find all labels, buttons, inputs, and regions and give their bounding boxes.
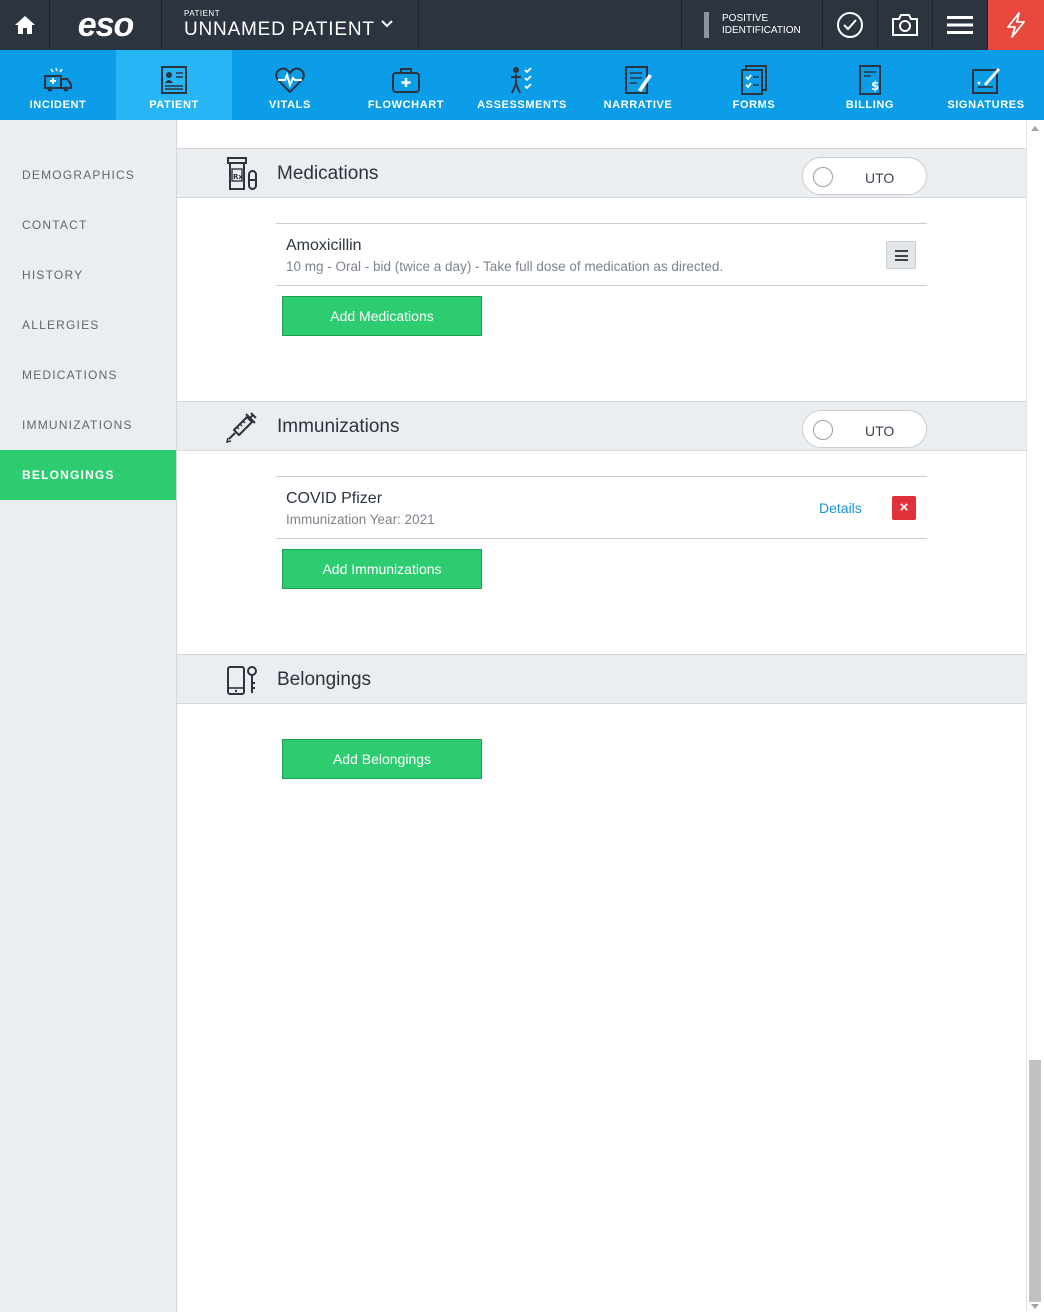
svg-text:$: $ [871, 79, 879, 93]
menu-line [895, 250, 908, 252]
nav-forms[interactable]: FORMS [696, 50, 812, 120]
medication-menu-button[interactable] [886, 241, 916, 269]
immunizations-title: Immunizations [277, 416, 400, 437]
main-menu-button[interactable] [933, 0, 988, 50]
forms-icon [741, 65, 767, 95]
medkit-icon [392, 68, 420, 93]
nav-patient[interactable]: PATIENT [116, 50, 232, 120]
menu-line [895, 259, 908, 261]
ambulance-icon [44, 67, 72, 92]
nav-label: INCIDENT [29, 99, 87, 111]
positive-identification-button[interactable]: POSITIVE IDENTIFICATION [682, 0, 823, 50]
medication-row: Amoxicillin 10 mg - Oral - bid (twice a … [276, 223, 927, 286]
sidebar-item-allergies[interactable]: ALLERGIES [0, 300, 176, 350]
uto-label: UTO [865, 423, 895, 439]
medications-uto-toggle[interactable]: UTO [802, 157, 927, 195]
uto-radio [813, 420, 833, 440]
menu-line [895, 254, 908, 257]
hamburger-menu-icon [947, 16, 973, 34]
assessment-icon [511, 67, 532, 94]
positive-id-label: POSITIVE IDENTIFICATION [722, 13, 801, 36]
phone-keys-icon [227, 666, 257, 695]
patient-sidebar: DEMOGRAPHICS CONTACT HISTORY ALLERGIES M… [0, 120, 177, 1312]
svg-text:Rx: Rx [233, 173, 243, 181]
sidebar-item-demographics[interactable]: DEMOGRAPHICS [0, 150, 176, 200]
add-medications-button[interactable]: Add Medications [282, 296, 482, 336]
home-icon [14, 16, 35, 34]
top-bar: eso PATIENT UNNAMED PATIENT POSITIVE IDE… [0, 0, 1044, 50]
close-icon: × [899, 499, 909, 516]
billing-icon: $ [859, 65, 881, 95]
sidebar-item-medications[interactable]: MEDICATIONS [0, 350, 176, 400]
add-belongings-button[interactable]: Add Belongings [282, 739, 482, 779]
nav-label: PATIENT [149, 99, 199, 111]
sidebar-item-contact[interactable]: CONTACT [0, 200, 176, 250]
check-circle-icon [837, 12, 863, 38]
medications-title: Medications [277, 163, 379, 184]
nav-flowchart[interactable]: FLOWCHART [348, 50, 464, 120]
lightning-icon [1007, 12, 1025, 38]
nav-signatures[interactable]: SIGNATURES [928, 50, 1044, 120]
nav-narrative[interactable]: NARRATIVE [580, 50, 696, 120]
positive-id-indicator [704, 12, 709, 38]
sidebar-item-history[interactable]: HISTORY [0, 250, 176, 300]
nav-assessments[interactable]: ASSESSMENTS [464, 50, 580, 120]
uto-radio [813, 167, 833, 187]
home-button[interactable] [0, 0, 50, 50]
nav-label: NARRATIVE [603, 99, 673, 111]
sidebar-item-immunizations[interactable]: IMMUNIZATIONS [0, 400, 176, 450]
immunization-row: COVID Pfizer Immunization Year: 2021 Det… [276, 476, 927, 539]
patient-chart-icon [161, 66, 187, 94]
scrollbar-thumb[interactable] [1029, 1060, 1041, 1302]
immunizations-section-header: Immunizations UTO [177, 401, 1026, 451]
scroll-down-arrow-icon[interactable] [1031, 1304, 1039, 1309]
patient-name: UNNAMED PATIENT [184, 19, 375, 40]
uto-label: UTO [865, 170, 895, 186]
nav-label: BILLING [845, 99, 895, 111]
immunization-details-link[interactable]: Details [819, 500, 862, 516]
sidebar-item-belongings[interactable]: BELONGINGS [0, 450, 176, 500]
nav-label: FLOWCHART [367, 99, 445, 111]
camera-icon [892, 14, 918, 36]
immunization-name: COVID Pfizer [286, 490, 383, 507]
nav-label: SIGNATURES [947, 99, 1025, 111]
medication-name: Amoxicillin [286, 237, 362, 254]
delete-immunization-button[interactable]: × [892, 496, 916, 520]
camera-button[interactable] [878, 0, 933, 50]
nav-incident[interactable]: INCIDENT [0, 50, 116, 120]
immunizations-uto-toggle[interactable]: UTO [802, 410, 927, 448]
main-nav: INCIDENT PATIENT VITALS FLOWCHART ASSESS… [0, 50, 1044, 120]
patient-selector[interactable]: PATIENT UNNAMED PATIENT [162, 0, 419, 50]
nav-label: ASSESSMENTS [477, 99, 567, 111]
scroll-up-arrow-icon[interactable] [1031, 126, 1039, 131]
medication-bottle-icon: Rx [227, 157, 257, 190]
nav-vitals[interactable]: VITALS [232, 50, 348, 120]
eso-logo: eso [50, 0, 162, 50]
validate-button[interactable] [823, 0, 878, 50]
nav-billing[interactable]: $ BILLING [812, 50, 928, 120]
chevron-down-icon [381, 20, 393, 28]
nav-label: VITALS [269, 99, 311, 111]
immunization-detail: Immunization Year: 2021 [286, 512, 435, 527]
belongings-section-header: Belongings [177, 654, 1026, 704]
narrative-icon [625, 66, 652, 94]
signature-icon [972, 68, 1000, 94]
main-content: Rx Medications UTO Amoxicillin 10 mg - O… [177, 120, 1026, 1312]
medications-section-header: Rx Medications UTO [177, 148, 1026, 198]
quick-actions-button[interactable] [988, 0, 1044, 50]
belongings-title: Belongings [277, 669, 372, 690]
topbar-spacer [419, 0, 682, 50]
nav-label: FORMS [732, 99, 776, 111]
syringe-icon [225, 412, 257, 444]
add-immunizations-button[interactable]: Add Immunizations [282, 549, 482, 589]
medication-detail: 10 mg - Oral - bid (twice a day) - Take … [286, 259, 724, 274]
heartbeat-icon [275, 67, 305, 94]
patient-label: PATIENT [184, 9, 221, 18]
